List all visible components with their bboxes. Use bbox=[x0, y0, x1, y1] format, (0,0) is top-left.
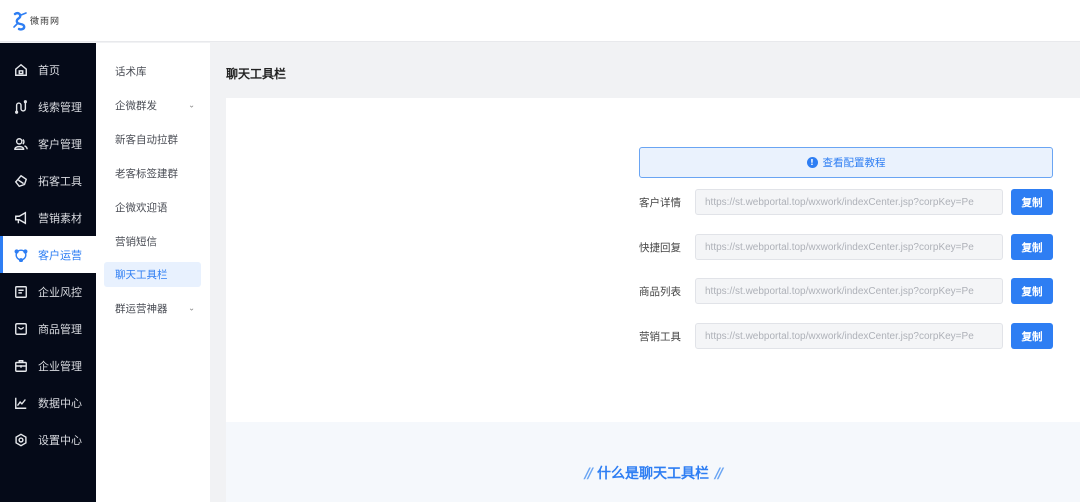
sidebar-item-customers[interactable]: 客户管理 bbox=[0, 125, 96, 162]
sidebar-item-products[interactable]: 商品管理 bbox=[0, 310, 96, 347]
url-field[interactable] bbox=[695, 323, 1003, 349]
sidebar-item-label: 拓客工具 bbox=[38, 174, 82, 188]
sidebar-item-label: 数据中心 bbox=[38, 396, 82, 410]
main-content: 聊天工具栏 ! 查看配置教程 客户详情 复制 快捷回复 复制 商品列表 复制 营… bbox=[210, 43, 1080, 502]
intro-title-text: 什么是聊天工具栏 bbox=[597, 466, 709, 482]
tutorial-label: 查看配置教程 bbox=[822, 157, 886, 169]
briefcase-icon bbox=[14, 359, 28, 373]
sidebar-item-label: 营销素材 bbox=[38, 211, 82, 225]
page-title: 聊天工具栏 bbox=[226, 67, 287, 81]
sidebar-item-data-center[interactable]: 数据中心 bbox=[0, 384, 96, 421]
logo[interactable]: 微雨网 bbox=[12, 11, 60, 31]
sidebar-item-marketing[interactable]: 营销素材 bbox=[0, 199, 96, 236]
sidebar-item-leads[interactable]: 线索管理 bbox=[0, 88, 96, 125]
sidebar-item-enterprise[interactable]: 企业管理 bbox=[0, 347, 96, 384]
logo-icon bbox=[13, 11, 27, 31]
config-card: ! 查看配置教程 客户详情 复制 快捷回复 复制 商品列表 复制 营销工具 复制 bbox=[226, 98, 1080, 422]
chevron-down-icon[interactable]: ⌄ bbox=[188, 304, 195, 313]
home-icon bbox=[14, 63, 28, 77]
copy-button[interactable]: 复制 bbox=[1011, 234, 1053, 260]
chart-icon bbox=[14, 396, 28, 410]
intro-section: //什么是聊天工具栏// bbox=[226, 422, 1080, 502]
info-icon: ! bbox=[806, 157, 818, 168]
submenu-item-label: 聊天工具栏 bbox=[115, 269, 168, 281]
sidebar-item-label: 企业风控 bbox=[38, 285, 82, 299]
sidebar-item-label: 商品管理 bbox=[38, 322, 82, 336]
view-tutorial-button[interactable]: ! 查看配置教程 bbox=[639, 147, 1053, 178]
submenu-item-label: 企微欢迎语 bbox=[115, 201, 168, 214]
url-field[interactable] bbox=[695, 189, 1003, 215]
submenu-item-new-customer-group[interactable]: 新客自动拉群 bbox=[96, 122, 201, 156]
sidebar-item-label: 客户运营 bbox=[38, 248, 82, 262]
submenu-item-sms[interactable]: 营销短信 bbox=[96, 224, 201, 258]
sidebar-item-customer-operation[interactable]: 客户运营 bbox=[0, 236, 96, 273]
chevron-down-icon[interactable]: ⌄ bbox=[188, 101, 195, 110]
sidebar-item-home[interactable]: 首页 bbox=[0, 51, 96, 88]
sidebar: 首页 线索管理 客户管理 拓客工具 营销素材 客户运营 企业风控 商品管理 企业… bbox=[0, 43, 96, 502]
decor-slash: // bbox=[715, 466, 723, 482]
submenu-item-chat-toolbar[interactable]: 聊天工具栏 bbox=[104, 262, 201, 287]
submenu-item-tag-group[interactable]: 老客标签建群 bbox=[96, 156, 201, 190]
settings-icon bbox=[14, 433, 28, 447]
submenu-item-wecom-broadcast[interactable]: 企微群发 ⌄ bbox=[96, 88, 201, 122]
submenu-item-group-tools[interactable]: 群运营神器 ⌄ bbox=[96, 291, 201, 325]
url-field[interactable] bbox=[695, 234, 1003, 260]
logo-text: 微雨网 bbox=[30, 17, 61, 27]
sidebar-item-label: 企业管理 bbox=[38, 359, 82, 373]
operation-icon bbox=[14, 248, 28, 262]
row-label: 快捷回复 bbox=[639, 241, 681, 254]
url-row-product-list: 商品列表 复制 bbox=[639, 278, 1053, 304]
submenu-item-label: 营销短信 bbox=[115, 235, 157, 248]
copy-button[interactable]: 复制 bbox=[1011, 278, 1053, 304]
intro-title: //什么是聊天工具栏// bbox=[226, 463, 1080, 483]
sidebar-item-acquisition[interactable]: 拓客工具 bbox=[0, 162, 96, 199]
copy-button[interactable]: 复制 bbox=[1011, 189, 1053, 215]
sidebar-item-label: 客户管理 bbox=[38, 137, 82, 151]
submenu-item-label: 老客标签建群 bbox=[115, 167, 178, 180]
url-row-marketing-tools: 营销工具 复制 bbox=[639, 323, 1053, 349]
submenu-item-label: 企微群发 bbox=[115, 99, 157, 112]
sidebar-item-settings[interactable]: 设置中心 bbox=[0, 421, 96, 458]
row-label: 客户详情 bbox=[639, 196, 681, 209]
submenu-item-welcome-message[interactable]: 企微欢迎语 bbox=[96, 190, 201, 224]
leads-icon bbox=[14, 99, 28, 114]
sidebar-item-risk-control[interactable]: 企业风控 bbox=[0, 273, 96, 310]
top-bar: 微雨网 bbox=[0, 0, 1080, 42]
row-label: 营销工具 bbox=[639, 330, 681, 343]
url-row-quick-reply: 快捷回复 复制 bbox=[639, 234, 1053, 260]
sidebar-item-label: 线索管理 bbox=[38, 100, 82, 114]
handshake-icon bbox=[14, 174, 28, 188]
submenu-item-label: 新客自动拉群 bbox=[115, 133, 178, 146]
users-icon bbox=[14, 137, 28, 151]
sidebar-item-label: 设置中心 bbox=[38, 433, 82, 447]
copy-button[interactable]: 复制 bbox=[1011, 323, 1053, 349]
submenu: 话术库 企微群发 ⌄ 新客自动拉群 老客标签建群 企微欢迎语 营销短信 聊天工具栏… bbox=[96, 43, 210, 502]
submenu-item-label: 群运营神器 bbox=[115, 302, 168, 315]
decor-slash: // bbox=[584, 466, 593, 482]
risk-icon bbox=[14, 285, 28, 299]
megaphone-icon bbox=[14, 211, 28, 225]
url-field[interactable] bbox=[695, 278, 1003, 304]
submenu-item-scripts[interactable]: 话术库 bbox=[96, 54, 201, 88]
bag-icon bbox=[14, 322, 28, 336]
sidebar-item-label: 首页 bbox=[38, 63, 60, 77]
url-row-customer-detail: 客户详情 复制 bbox=[639, 189, 1053, 215]
row-label: 商品列表 bbox=[639, 285, 681, 298]
submenu-item-label: 话术库 bbox=[115, 65, 147, 78]
